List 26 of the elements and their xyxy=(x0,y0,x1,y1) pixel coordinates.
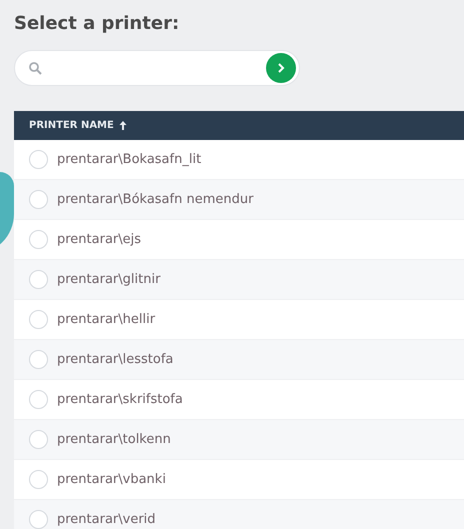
column-header[interactable]: PRINTER NAME xyxy=(29,120,127,131)
printer-name: prentarar\Bokasafn_lit xyxy=(57,152,202,167)
printer-name: prentarar\verid xyxy=(57,512,156,527)
printer-name: prentarar\Bókasafn nemendur xyxy=(57,192,254,207)
submit-button[interactable] xyxy=(266,53,296,83)
printer-name: prentarar\vbanki xyxy=(57,472,166,487)
radio-button[interactable] xyxy=(29,350,48,369)
radio-button[interactable] xyxy=(29,310,48,329)
printer-name: prentarar\tolkenn xyxy=(57,432,171,447)
chevron-right-icon xyxy=(277,63,285,73)
radio-button[interactable] xyxy=(29,430,48,449)
printer-name: prentarar\hellir xyxy=(57,312,156,327)
printer-name: prentarar\glitnir xyxy=(57,272,160,287)
radio-button[interactable] xyxy=(29,510,48,529)
radio-button[interactable] xyxy=(29,150,48,169)
printer-name: prentarar\lesstofa xyxy=(57,352,174,367)
radio-button[interactable] xyxy=(29,470,48,489)
search-icon xyxy=(29,62,42,74)
radio-button[interactable] xyxy=(29,390,48,409)
radio-button[interactable] xyxy=(29,230,48,249)
radio-button[interactable] xyxy=(29,190,48,209)
radio-button[interactable] xyxy=(29,270,48,289)
printer-name: prentarar\ejs xyxy=(57,232,142,247)
search-field[interactable] xyxy=(14,50,300,86)
page-title: Select a printer: xyxy=(14,12,180,36)
printer-name: prentarar\skrifstofa xyxy=(57,392,183,407)
